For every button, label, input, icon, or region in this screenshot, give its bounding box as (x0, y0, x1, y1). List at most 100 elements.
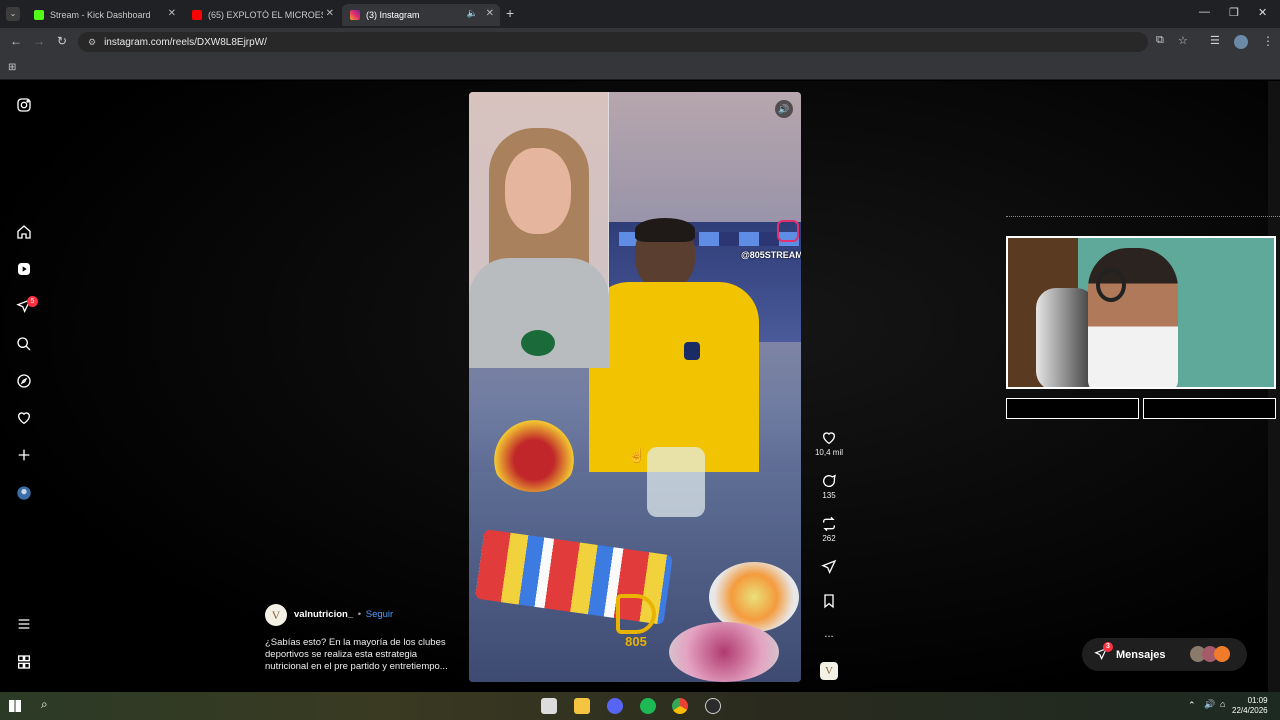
close-tab-icon[interactable]: ✕ (168, 8, 176, 19)
close-tab-icon[interactable]: ✕ (486, 8, 494, 19)
message-avatars (1190, 646, 1240, 662)
fruit-bowl (489, 412, 579, 492)
create-icon[interactable] (14, 445, 34, 465)
clock-time: 01:09 (1247, 696, 1268, 705)
author-row: valnutricion_ • Seguir (294, 609, 393, 620)
new-tab-button[interactable]: + (506, 5, 514, 21)
headset-icon (1096, 268, 1126, 302)
bookmarks-bar: ⊞ (0, 56, 1280, 80)
shirt-crest (684, 342, 700, 360)
search-icon[interactable] (14, 334, 34, 354)
profile-icon[interactable] (14, 483, 34, 503)
follow-button[interactable]: Seguir (366, 609, 393, 620)
webcam-chair (1036, 288, 1096, 387)
tab-kick[interactable]: Stream - Kick Dashboard ✕ (26, 4, 182, 26)
tab-search-button[interactable]: ⌄ (6, 7, 20, 21)
webcam-bar-left (1006, 398, 1139, 419)
obs-icon[interactable] (705, 698, 721, 714)
like-count: 10,4 mil (814, 448, 843, 457)
reel-caption[interactable]: ¿Sabías esto? En la mayoría de los clube… (265, 637, 455, 673)
lollipop-bowl (669, 622, 779, 682)
chrome-icon[interactable] (672, 698, 688, 714)
more-options-button[interactable]: ... (812, 628, 846, 640)
menu-icon[interactable]: ⋮ (1262, 34, 1274, 48)
audio-avatar[interactable]: V (820, 662, 838, 680)
instagram-icon (350, 10, 360, 20)
cursor-icon: ☝ (628, 447, 646, 463)
tab-title: Stream - Kick Dashboard (50, 10, 151, 20)
minimize-icon[interactable]: — (1199, 6, 1210, 18)
repost-button[interactable]: 262 (812, 516, 846, 543)
forward-icon[interactable]: → (33, 34, 45, 48)
comment-icon (823, 474, 836, 487)
file-explorer-icon[interactable] (574, 698, 590, 714)
url-text: instagram.com/reels/DXW8L8EjrpW/ (104, 36, 267, 48)
comment-count: 135 (822, 491, 836, 500)
plastic-cup (647, 447, 705, 517)
tab-instagram[interactable]: (3) Instagram 🔈 ✕ (342, 4, 500, 26)
separator-dot: • (357, 609, 362, 620)
person-hair (635, 218, 695, 242)
tab-youtube[interactable]: (65) EXPLOTÓ EL MICROESTADI ✕ (184, 4, 340, 26)
close-window-icon[interactable]: ✕ (1258, 6, 1267, 19)
close-tab-icon[interactable]: ✕ (326, 8, 334, 19)
site-info-icon[interactable]: ⚙ (88, 37, 96, 48)
restore-icon[interactable]: ❐ (1229, 6, 1239, 19)
logo-805: 805 (613, 594, 659, 654)
reload-icon[interactable]: ↻ (57, 34, 67, 48)
messages-button[interactable]: 3 Mensajes (1082, 638, 1247, 671)
notifications-icon[interactable] (14, 408, 34, 428)
start-icon[interactable] (9, 700, 21, 712)
volume-icon[interactable]: 🔊 (1204, 699, 1215, 710)
speaker-icon[interactable]: 🔈 (467, 8, 478, 19)
share-icon (821, 559, 837, 574)
explore-icon[interactable] (14, 371, 34, 391)
network-icon[interactable]: ⌂ (1220, 699, 1225, 709)
spotify-icon[interactable] (640, 698, 656, 714)
logo-805-text: 805 (625, 634, 647, 649)
discord-icon[interactable] (607, 698, 623, 714)
profile-avatar-icon[interactable] (1234, 35, 1248, 49)
widgets-icon[interactable] (541, 698, 557, 714)
more-icon[interactable] (14, 614, 34, 634)
reels-icon[interactable] (14, 259, 34, 279)
tab-strip: ⌄ Stream - Kick Dashboard ✕ (65) EXPLOTÓ… (0, 0, 1280, 28)
author-name[interactable]: valnutricion_ (294, 609, 353, 620)
reel-video[interactable]: @805STREAM 805 🔊 (469, 92, 801, 682)
stream-overlay-marks (1006, 216, 1280, 220)
clock-date: 22/4/2026 (1232, 706, 1268, 715)
tray-chevron-icon[interactable]: ⌃ (1188, 700, 1196, 711)
instagram-logo-icon[interactable] (14, 95, 34, 115)
save-button[interactable] (812, 593, 846, 611)
repost-count: 262 (822, 534, 836, 543)
address-bar[interactable]: ⚙ instagram.com/reels/DXW8L8EjrpW/ (78, 32, 1148, 52)
media-control-icon[interactable]: ☰ (1210, 34, 1220, 47)
apps-grid-icon[interactable]: ⊞ (8, 62, 16, 73)
install-app-icon[interactable]: ⧉ (1156, 34, 1164, 47)
youtube-icon (192, 10, 202, 20)
kick-icon (34, 10, 44, 20)
like-button[interactable]: 10,4 mil (812, 430, 846, 457)
comment-button[interactable]: 135 (812, 473, 846, 500)
back-icon[interactable]: ← (10, 34, 22, 48)
search-taskbar-icon[interactable]: ⌕ (41, 697, 48, 712)
messages-badge: 3 (1103, 642, 1113, 652)
sound-toggle-button[interactable]: 🔊 (775, 100, 793, 118)
author-avatar[interactable]: V (265, 604, 287, 626)
share-button[interactable] (812, 559, 846, 577)
creator-face (505, 148, 571, 234)
messages-label: Mensajes (1116, 648, 1166, 661)
logo-d-mark (616, 594, 656, 634)
bookmark-star-icon[interactable]: ☆ (1178, 34, 1188, 47)
instagram-watermark-icon (777, 220, 799, 242)
tab-title: (65) EXPLOTÓ EL MICROESTADI (208, 10, 323, 20)
taskbar-clock[interactable]: 01:09 22/4/2026 (1232, 696, 1268, 716)
heart-icon (822, 432, 836, 445)
webcam-overlay (1006, 236, 1276, 389)
meta-icon[interactable] (14, 652, 34, 672)
bookmark-icon (824, 594, 834, 609)
jets-logo (521, 330, 555, 356)
home-icon[interactable] (14, 222, 34, 242)
stream-watermark: @805STREAM (741, 250, 801, 260)
webcam-person (1088, 248, 1178, 387)
